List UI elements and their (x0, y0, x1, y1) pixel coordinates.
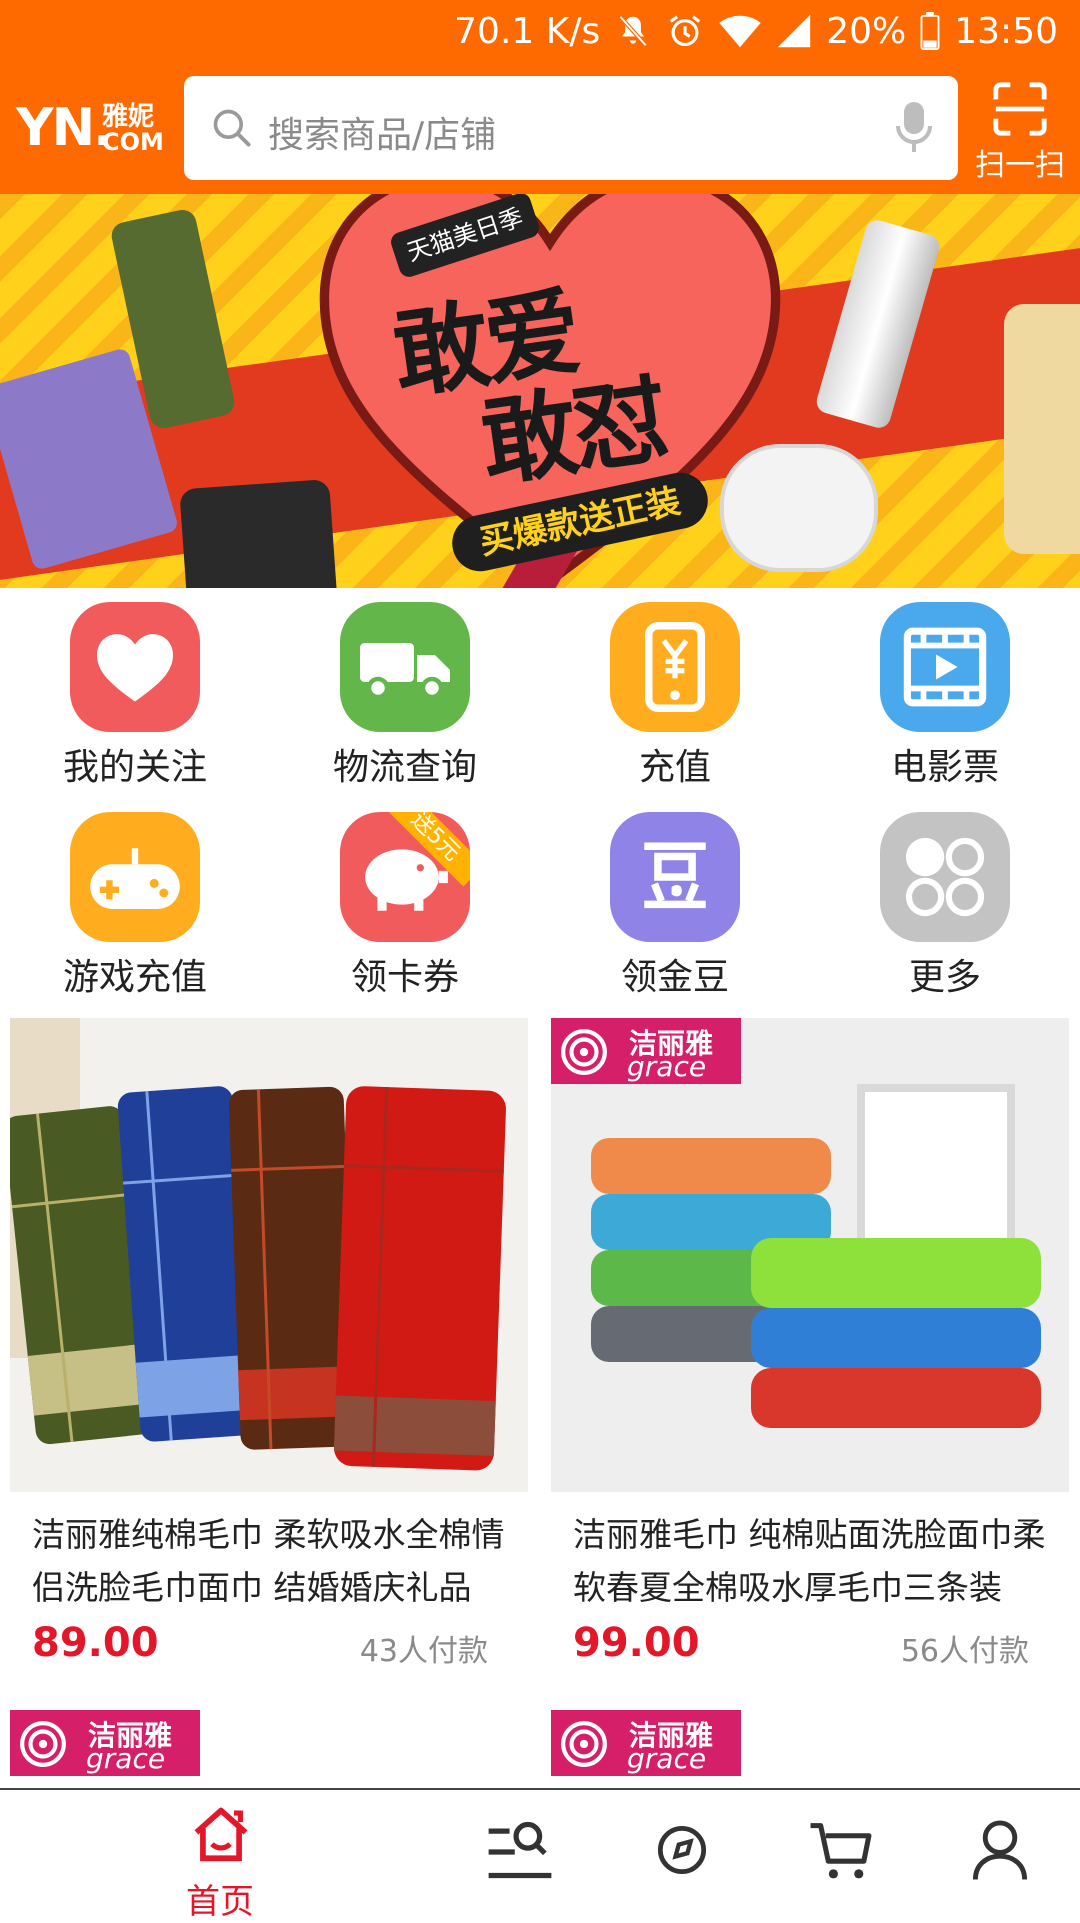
product-card-peek[interactable]: 洁丽雅 grace (10, 1710, 528, 1786)
promo-banner[interactable]: 天猫美日季 敢爱 敢怼 买爆款送正装 (0, 194, 1080, 588)
film-icon (903, 627, 987, 707)
clock: 13:50 (954, 10, 1058, 52)
heart-icon (97, 634, 173, 702)
product-sold-count: 43人付款 (359, 1634, 488, 1669)
home-icon (194, 1807, 248, 1862)
category-search-icon (488, 1821, 552, 1879)
bottom-navigation: 首页 (0, 1788, 1080, 1922)
towel-illustration-2 (551, 1018, 1069, 1492)
brand-badge: 洁丽雅 grace (551, 1018, 741, 1084)
bell-muted-icon (614, 12, 652, 50)
banner-shampoo-bottle (1004, 304, 1080, 554)
network-speed: 70.1 K/s (454, 10, 601, 52)
quick-link-label: 电影票 (890, 747, 999, 788)
quick-link-gold-beans[interactable]: 领金豆 (540, 806, 810, 998)
quick-icon-bg (70, 812, 200, 942)
product-card[interactable]: 洁丽雅纯棉毛巾 柔软吸水全棉情侣洗脸毛巾面巾 结婚婚庆礼品 89.00 43人付… (10, 1018, 528, 1678)
app-logo[interactable]: YN. 雅妮 COM (16, 96, 168, 158)
nav-home[interactable]: 首页 (170, 1790, 270, 1922)
brand-flower-icon (561, 1721, 607, 1767)
nav-cart[interactable] (792, 1790, 892, 1922)
product-image[interactable]: 洁丽雅 grace (551, 1018, 1069, 1492)
truck-icon (360, 643, 450, 700)
nav-profile[interactable] (950, 1790, 1050, 1922)
status-bar: 70.1 K/s 20% 13:50 (0, 0, 1080, 62)
quick-link-game-recharge[interactable]: 游戏充值 (0, 806, 270, 998)
status-icons: 70.1 K/s 20% 13:50 (454, 8, 1058, 54)
brand-badge: 洁丽雅 grace (10, 1710, 200, 1776)
nav-category-search[interactable] (470, 1790, 570, 1922)
quick-link-label: 物流查询 (332, 747, 477, 788)
quick-link-follow[interactable]: 我的关注 (0, 596, 270, 788)
cart-icon (810, 1823, 872, 1879)
alarm-icon (666, 12, 704, 50)
brand-name-en: grace (627, 1742, 707, 1775)
quick-links-grid: 我的关注 物流查询 充值 电影票 游戏充值 送5元 领卡券 领金豆 更多 (0, 596, 1080, 1006)
compass-icon (657, 1825, 707, 1875)
brand-flower-icon (20, 1721, 66, 1767)
scan-label: 扫一扫 (975, 148, 1065, 183)
wifi-icon (718, 13, 762, 49)
banner-cushion-compact (720, 444, 878, 572)
bean-icon (644, 842, 706, 909)
search-icon (210, 106, 254, 154)
quick-icon-bg: 送5元 (340, 812, 470, 942)
quick-link-recharge[interactable]: 充值 (540, 596, 810, 788)
product-card-peek[interactable]: 洁丽雅 grace (551, 1710, 1069, 1786)
profile-icon (972, 1820, 1028, 1880)
brand-name-en: grace (86, 1742, 166, 1775)
banner-black-case (179, 478, 341, 588)
quick-link-label: 我的关注 (62, 747, 207, 788)
product-title[interactable]: 洁丽雅毛巾 纯棉贴面洗脸面巾柔软春夏全棉吸水厚毛巾三条装 (573, 1508, 1053, 1614)
quick-icon-bg (610, 602, 740, 732)
quick-icon-bg (610, 812, 740, 942)
nav-home-label: 首页 (186, 1882, 254, 1922)
app-header: 70.1 K/s 20% 13:50 YN. 雅妮 COM 搜索商品/店铺 扫一… (0, 0, 1080, 194)
more-grid-icon (905, 837, 985, 917)
logo-com: COM (102, 128, 164, 156)
product-card[interactable]: 洁丽雅 grace 洁丽雅毛巾 纯棉贴面洗脸面巾柔软春夏全棉吸水厚毛巾三条装 9… (551, 1018, 1069, 1678)
towel-illustration-1 (10, 1018, 528, 1492)
cell-signal-icon (776, 13, 812, 49)
scan-icon (993, 82, 1047, 136)
logo-text: YN. (16, 98, 113, 158)
quick-link-movie-tickets[interactable]: 电影票 (810, 596, 1080, 788)
product-price: 89.00 (32, 1620, 159, 1666)
microphone-icon[interactable] (894, 100, 934, 160)
search-input[interactable]: 搜索商品/店铺 (184, 76, 958, 180)
quick-link-logistics[interactable]: 物流查询 (270, 596, 540, 788)
nav-discover[interactable] (632, 1790, 732, 1922)
scan-button[interactable]: 扫一扫 (970, 74, 1070, 183)
quick-link-label: 充值 (638, 747, 711, 788)
brand-flower-icon (561, 1029, 607, 1075)
brand-badge: 洁丽雅 grace (551, 1710, 741, 1776)
product-price: 99.00 (573, 1620, 700, 1666)
quick-icon-bg (340, 602, 470, 732)
product-sold-count: 56人付款 (900, 1634, 1029, 1669)
quick-link-coupons[interactable]: 送5元 领卡券 (270, 806, 540, 998)
quick-link-label: 领金豆 (620, 957, 729, 998)
quick-icon-bg (880, 812, 1010, 942)
quick-link-label: 领卡券 (350, 957, 459, 998)
quick-icon-bg (70, 602, 200, 732)
gamepad-icon (90, 848, 180, 909)
phone-yuan-icon (645, 622, 705, 712)
quick-icon-bg (880, 602, 1010, 732)
battery-percent: 20% (826, 10, 907, 52)
product-image[interactable] (10, 1018, 528, 1492)
quick-link-more[interactable]: 更多 (810, 806, 1080, 998)
quick-link-label: 游戏充值 (62, 957, 207, 998)
battery-icon (920, 12, 940, 50)
search-placeholder: 搜索商品/店铺 (268, 115, 497, 156)
product-title[interactable]: 洁丽雅纯棉毛巾 柔软吸水全棉情侣洗脸毛巾面巾 结婚婚庆礼品 (32, 1508, 512, 1614)
quick-link-label: 更多 (908, 957, 981, 998)
brand-name-en: grace (627, 1050, 707, 1083)
